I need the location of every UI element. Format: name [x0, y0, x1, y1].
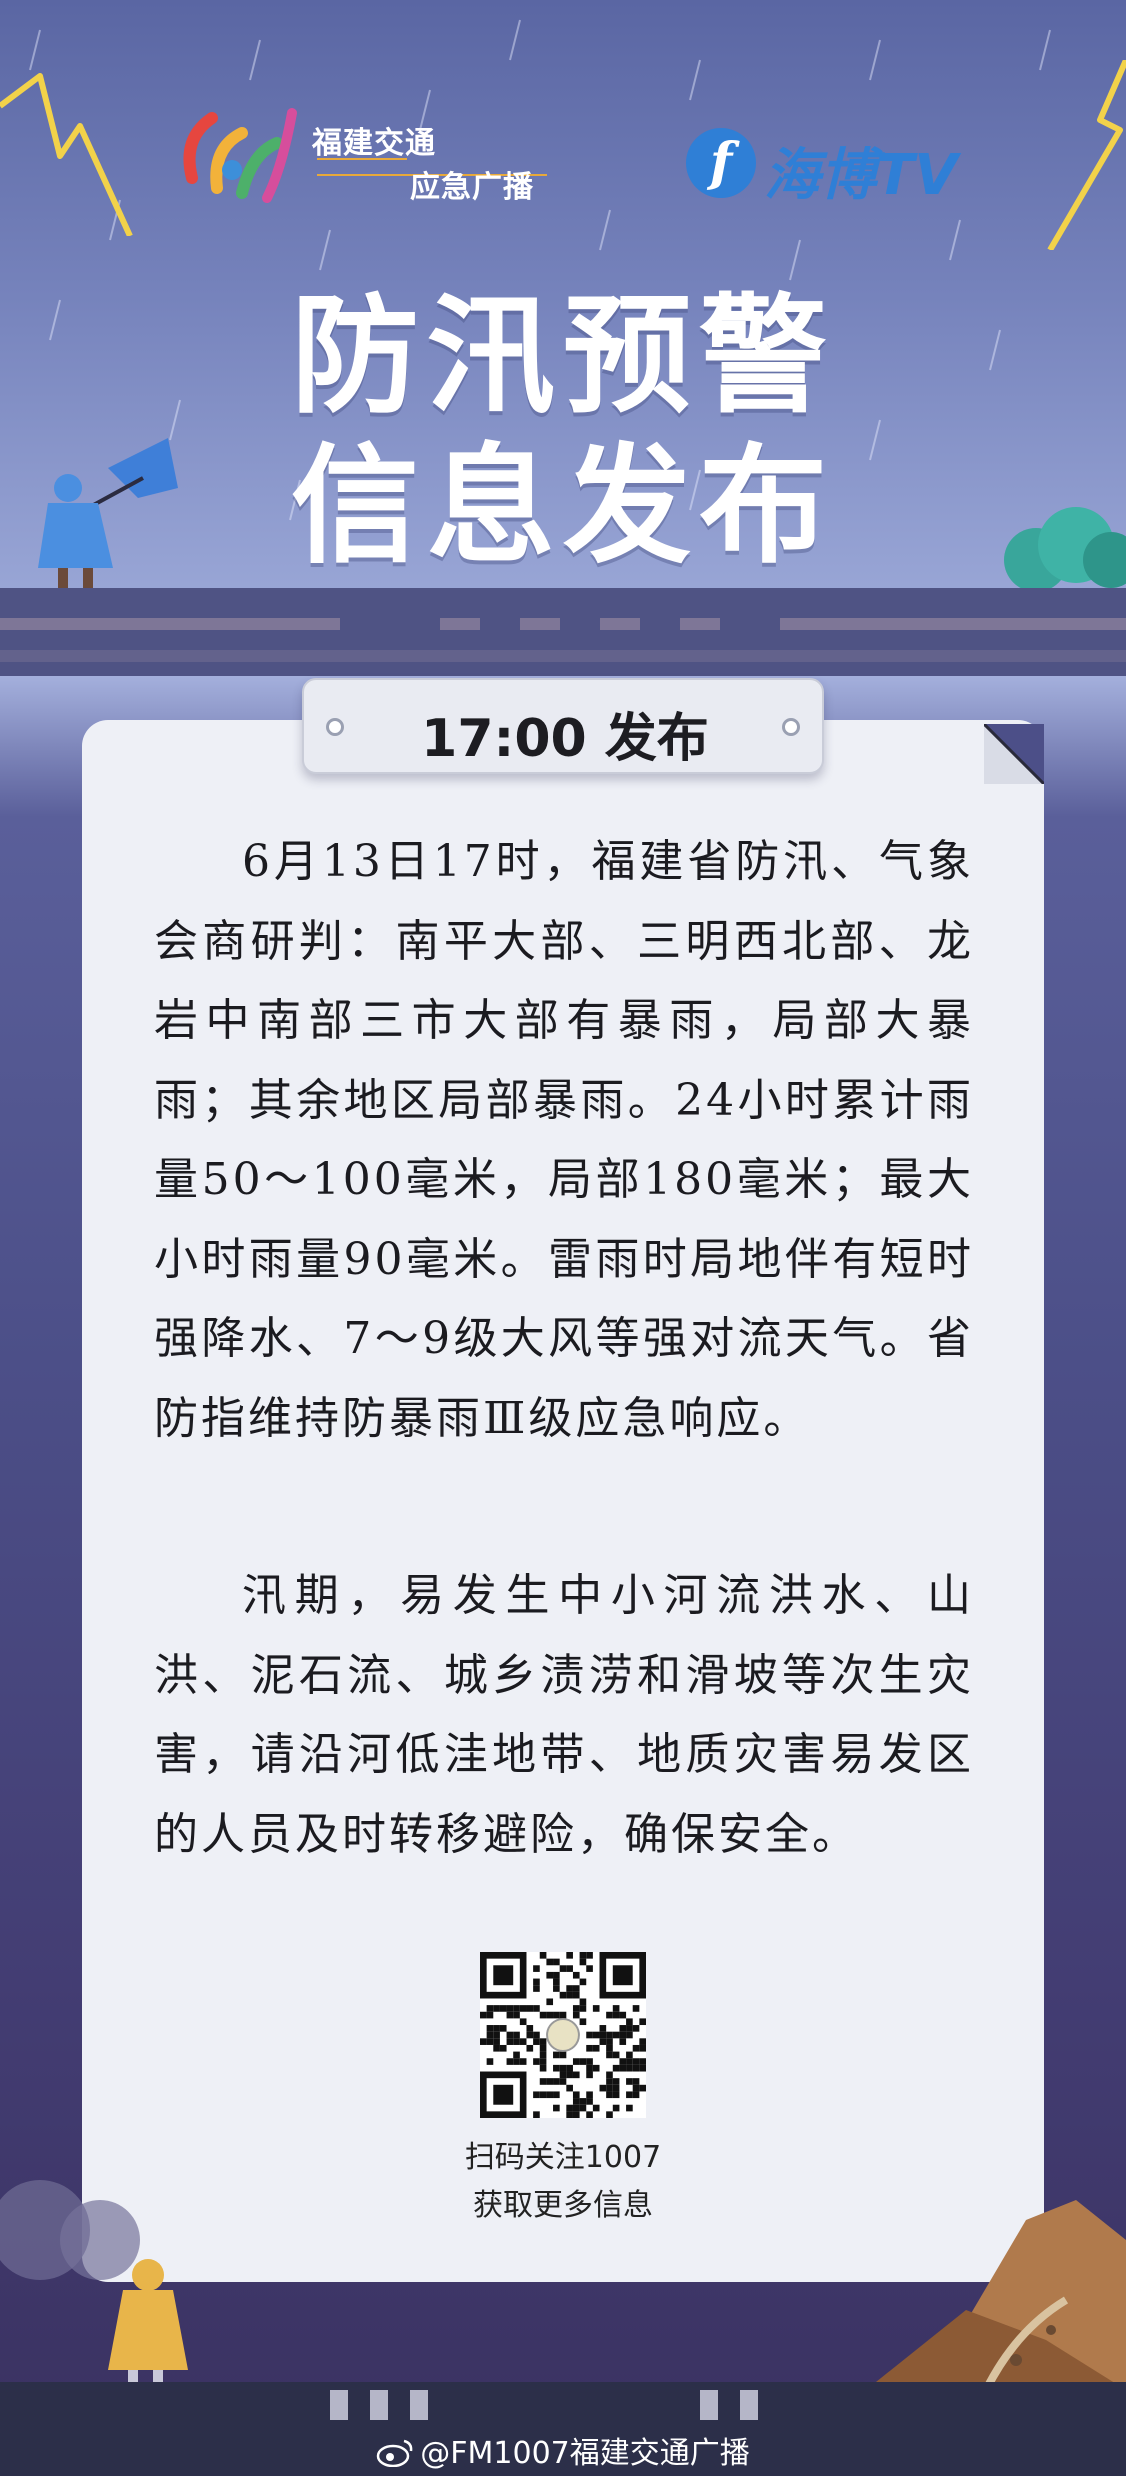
notice-paragraph-2: 汛期，易发生中小河流洪水、山洪、泥石流、城乡渍涝和滑坡等次生灾害，请沿河低洼地带…	[154, 1570, 974, 1860]
logo-left-line1: 福建交通	[312, 126, 436, 161]
notice-paragraph-1: 6月13日17时，福建省防汛、气象会商研判：南平大部、三明西北部、龙岩中南部三市…	[154, 836, 974, 1444]
lightning-bolt-right-icon	[1047, 60, 1126, 250]
weibo-watermark: @FM1007福建交通广播	[0, 2428, 1126, 2472]
lightning-bolt-left-icon	[0, 73, 133, 236]
weibo-icon	[377, 2439, 413, 2467]
watermark-text: @FM1007福建交通广播	[420, 2436, 750, 2471]
haibo-tv-f-icon: f	[686, 128, 756, 198]
bush-icon	[1004, 507, 1126, 592]
qr-caption-line1: 扫码关注1007	[464, 2140, 662, 2175]
road-band	[0, 588, 1126, 676]
fujian-traffic-emergency-broadcast-logo: 福建交通 应急广播	[172, 98, 572, 208]
logo-left-line2: 应急广播	[410, 170, 534, 205]
page-fold-corner	[984, 724, 1044, 784]
qr-code	[480, 1952, 646, 2118]
broadcast-logo-mark-icon	[183, 108, 297, 203]
release-time-tag: 17:00 发布	[302, 678, 824, 774]
haibo-tv-text: 海博TV	[764, 143, 958, 208]
release-time-title: 17:00 发布	[421, 709, 709, 769]
landslide-mountain-icon	[866, 2200, 1126, 2390]
